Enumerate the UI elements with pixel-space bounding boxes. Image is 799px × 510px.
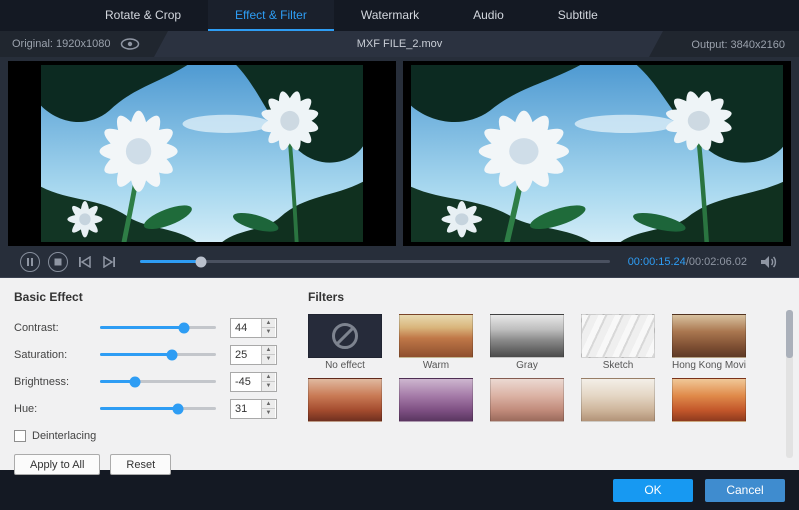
deinterlacing-checkbox[interactable]: [14, 430, 26, 442]
brightness-spinner-up-button[interactable]: ▲: [262, 373, 275, 383]
pause-button[interactable]: [20, 252, 40, 272]
hue-spinner: ▲▼: [230, 399, 277, 419]
filter-thumbnail-image: [490, 378, 564, 422]
deinterlacing-label: Deinterlacing: [32, 430, 96, 442]
filter-hong-kong-movie-thumbnail: [672, 314, 746, 358]
tab-subtitle[interactable]: Subtitle: [531, 0, 625, 31]
filters-title: Filters: [308, 290, 799, 304]
saturation-slider[interactable]: [100, 353, 216, 356]
saturation-spinner-down-button[interactable]: ▼: [262, 355, 275, 364]
output-preview: [403, 61, 791, 246]
hue-slider-fill: [100, 407, 178, 410]
filters-scrollbar[interactable]: [786, 310, 793, 458]
saturation-slider-fill: [100, 353, 172, 356]
saturation-row: Saturation: ▲▼: [14, 341, 300, 368]
filter-thumbnail-image: [308, 378, 382, 422]
current-time: 00:00:15.24: [628, 256, 686, 268]
preview-stage: 00:00:15.24/00:02:06.02: [0, 57, 799, 277]
filters-scrollbar-thumb[interactable]: [786, 310, 793, 358]
saturation-label: Saturation:: [14, 349, 100, 361]
filter-thumbnail[interactable]: [490, 378, 564, 422]
contrast-spinner-up-button[interactable]: ▲: [262, 319, 275, 329]
contrast-label: Contrast:: [14, 322, 100, 334]
tab-audio[interactable]: Audio: [446, 0, 531, 31]
filter-no-effect[interactable]: No effect: [308, 314, 382, 376]
brightness-value-input[interactable]: [231, 373, 261, 391]
stop-button[interactable]: [48, 252, 68, 272]
filters-section: Filters No effect Warm Gray Sketch Hong …: [300, 278, 799, 470]
preview-toggle-eye-icon[interactable]: [120, 37, 140, 51]
basic-effect-section: Basic Effect Contrast: ▲▼ Saturation: ▲▼: [0, 278, 300, 470]
contrast-spinner: ▲▼: [230, 318, 277, 338]
progress-fill: [140, 260, 201, 263]
brightness-slider[interactable]: [100, 380, 216, 383]
filter-thumbnail[interactable]: [672, 378, 746, 422]
filter-warm[interactable]: Warm: [399, 314, 473, 376]
brightness-slider-handle[interactable]: [129, 376, 140, 387]
previous-frame-button[interactable]: [76, 254, 94, 270]
volume-icon[interactable]: [759, 254, 779, 270]
hue-slider[interactable]: [100, 407, 216, 410]
filter-gray-thumbnail: [490, 314, 564, 358]
contrast-row: Contrast: ▲▼: [14, 314, 300, 341]
hue-row: Hue: ▲▼: [14, 395, 300, 422]
apply-to-all-button[interactable]: Apply to All: [14, 454, 100, 475]
prohibition-icon: [332, 323, 358, 349]
contrast-spinner-down-button[interactable]: ▼: [262, 328, 275, 337]
filter-sketch-thumbnail: [581, 314, 655, 358]
ok-button[interactable]: OK: [613, 479, 693, 502]
original-preview-image: [41, 65, 363, 243]
original-preview: [8, 61, 396, 246]
cancel-button[interactable]: Cancel: [705, 479, 785, 502]
filter-thumbnail[interactable]: [399, 378, 473, 422]
hue-spinner-down-button[interactable]: ▼: [262, 409, 275, 418]
brightness-label: Brightness:: [14, 376, 100, 388]
time-display: 00:00:15.24/00:02:06.02: [628, 256, 747, 268]
filter-warm-thumbnail: [399, 314, 473, 358]
footer-bar: OK Cancel: [0, 470, 799, 510]
total-time: 00:02:06.02: [689, 256, 747, 268]
effect-panel: Basic Effect Contrast: ▲▼ Saturation: ▲▼: [0, 277, 799, 470]
saturation-spinner: ▲▼: [230, 345, 277, 365]
saturation-spinner-up-button[interactable]: ▲: [262, 346, 275, 356]
output-resolution-label: Output: 3840x2160: [691, 39, 785, 51]
filter-no-effect-thumbnail: [308, 314, 382, 358]
deinterlacing-row: Deinterlacing: [14, 430, 300, 442]
tab-watermark[interactable]: Watermark: [334, 0, 446, 31]
original-resolution-label: Original: 1920x1080: [12, 38, 110, 50]
tab-bar: Rotate & Crop Effect & Filter Watermark …: [0, 0, 799, 31]
hue-label: Hue:: [14, 403, 100, 415]
contrast-slider-handle[interactable]: [178, 322, 189, 333]
filter-sketch[interactable]: Sketch: [581, 314, 655, 376]
hue-value-input[interactable]: [231, 400, 261, 418]
basic-effect-title: Basic Effect: [14, 290, 300, 304]
hue-slider-handle[interactable]: [172, 403, 183, 414]
brightness-spinner: ▲▼: [230, 372, 277, 392]
filter-thumbnail[interactable]: [308, 378, 382, 422]
contrast-slider-fill: [100, 326, 184, 329]
saturation-value-input[interactable]: [231, 346, 261, 364]
preview-header: MXF FILE_2.mov Original: 1920x1080 Outpu…: [0, 31, 799, 57]
hue-spinner-up-button[interactable]: ▲: [262, 400, 275, 410]
output-preview-image: [411, 65, 783, 243]
progress-handle[interactable]: [196, 256, 207, 267]
tab-rotate-crop[interactable]: Rotate & Crop: [78, 0, 208, 31]
filter-thumbnail-image: [581, 378, 655, 422]
next-frame-button[interactable]: [100, 254, 118, 270]
contrast-value-input[interactable]: [231, 319, 261, 337]
filter-gray[interactable]: Gray: [490, 314, 564, 376]
filter-thumbnail-image: [399, 378, 473, 422]
transport-bar: 00:00:15.24/00:02:06.02: [8, 246, 791, 277]
progress-slider[interactable]: [140, 260, 610, 263]
filter-thumbnail[interactable]: [581, 378, 655, 422]
filter-thumbnail-image: [672, 378, 746, 422]
filter-hong-kong-movie[interactable]: Hong Kong Movie: [672, 314, 746, 376]
contrast-slider[interactable]: [100, 326, 216, 329]
tab-effect-filter[interactable]: Effect & Filter: [208, 0, 334, 31]
reset-button[interactable]: Reset: [110, 454, 171, 475]
saturation-slider-handle[interactable]: [166, 349, 177, 360]
brightness-spinner-down-button[interactable]: ▼: [262, 382, 275, 391]
brightness-row: Brightness: ▲▼: [14, 368, 300, 395]
